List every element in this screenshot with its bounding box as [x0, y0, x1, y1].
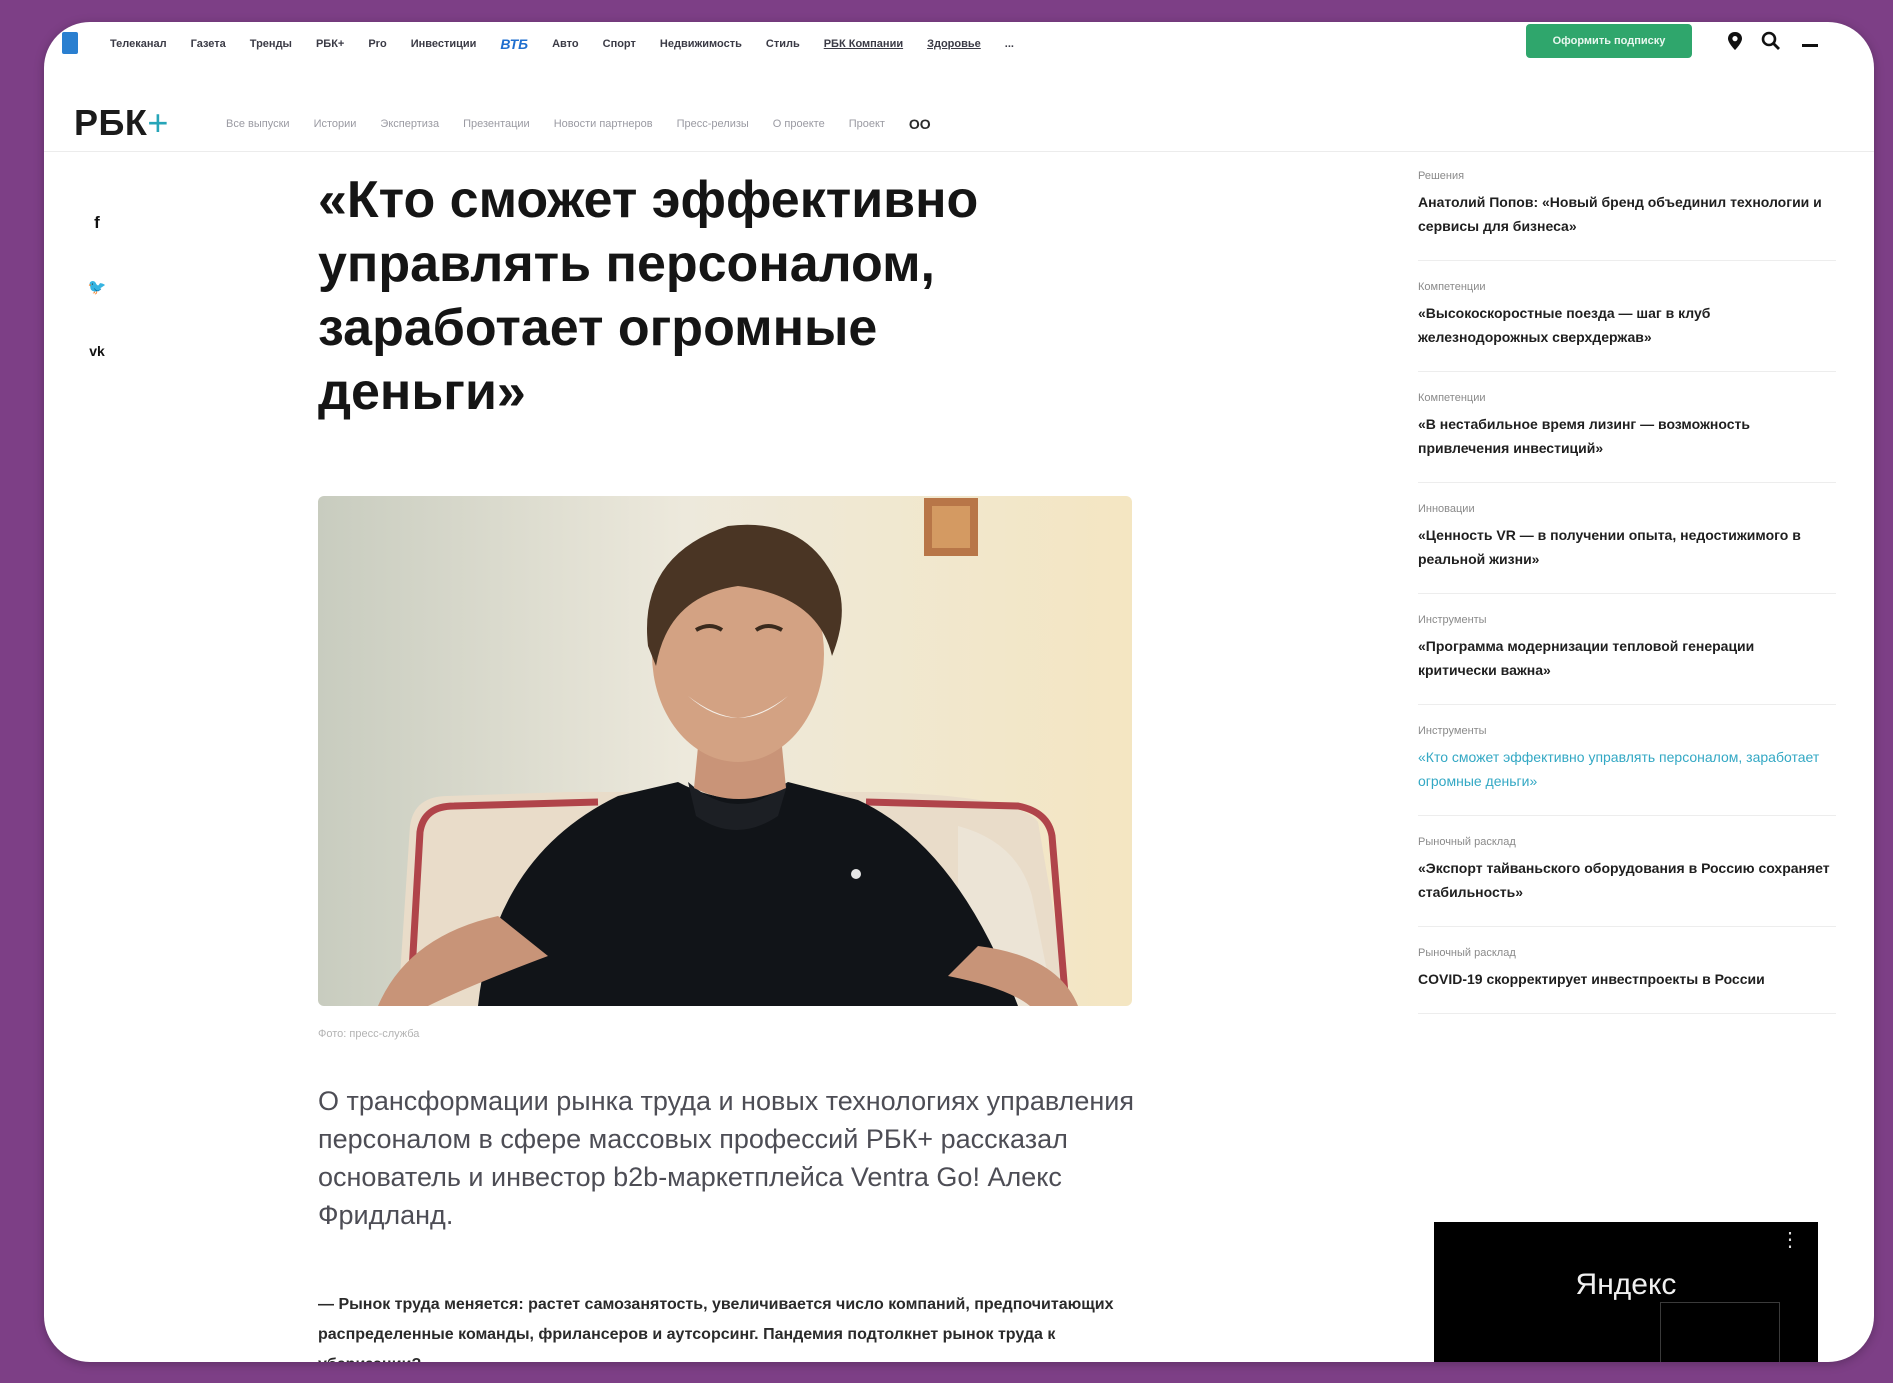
subnav-expertise[interactable]: Экспертиза [380, 118, 439, 130]
search-icon[interactable] [1760, 30, 1782, 52]
sidebar-item-title[interactable]: «В нестабильное время лизинг — возможнос… [1418, 412, 1836, 460]
sidebar-item[interactable]: Инновации «Ценность VR — в получении опы… [1418, 503, 1836, 594]
browser-page: Телеканал Газета Тренды РБК+ Pro Инвести… [44, 22, 1874, 1362]
sidebar-item[interactable]: Компетенции «Высокоскоростные поезда — ш… [1418, 281, 1836, 372]
nav-item-pro[interactable]: Pro [368, 38, 386, 50]
sidebar-item-category: Рыночный расклад [1418, 836, 1516, 848]
sidebar-item-title-active[interactable]: «Кто сможет эффективно управлять персона… [1418, 745, 1836, 793]
ad-text: Яндекс [1575, 1268, 1677, 1301]
article-lead: О трансформации рынка труда и новых техн… [318, 1086, 1134, 1230]
rbc-plus-logo[interactable]: РБК+ [74, 102, 169, 144]
sidebar-item-category: Решения [1418, 170, 1465, 182]
sidebar-item[interactable]: Рыночный расклад COVID-19 скорректирует … [1418, 947, 1836, 1014]
sidebar-item-category: Инструменты [1418, 725, 1487, 737]
logo-plus: + [147, 102, 169, 143]
twitter-icon[interactable]: 🐦 [84, 274, 110, 300]
top-nav: Телеканал Газета Тренды РБК+ Pro Инвести… [44, 22, 1874, 76]
subnav-stories[interactable]: Истории [314, 118, 357, 130]
related-sidebar: Решения Анатолий Попов: «Новый бренд объ… [1418, 170, 1836, 1034]
sidebar-item-title[interactable]: «Ценность VR — в получении опыта, недост… [1418, 523, 1836, 571]
subnav-press-releases[interactable]: Пресс-релизы [677, 118, 749, 130]
portrait-illustration [318, 496, 1132, 1006]
subnav-project[interactable]: Проект [849, 118, 885, 130]
ad-banner[interactable]: ⋮ Яндекс [1434, 1222, 1818, 1362]
ad-menu-icon[interactable]: ⋮ [1780, 1230, 1800, 1250]
sidebar-item-category: Рыночный расклад [1418, 947, 1516, 959]
nav-item-newspaper[interactable]: Газета [191, 38, 226, 50]
logo-text: РБК [74, 102, 148, 143]
sidebar-item-title[interactable]: COVID-19 скорректирует инвестпроекты в Р… [1418, 967, 1836, 991]
sidebar-item-active[interactable]: Инструменты «Кто сможет эффективно управ… [1418, 725, 1836, 816]
subscribe-button[interactable]: Оформить подписку [1526, 24, 1692, 58]
subnav-project-logo[interactable]: ОО [909, 116, 931, 132]
nav-item-rbc-companies[interactable]: РБК Компании [824, 38, 903, 50]
sidebar-item[interactable]: Инструменты «Программа модернизации тепл… [1418, 614, 1836, 705]
nav-item-tv[interactable]: Телеканал [110, 38, 167, 50]
article-photo [318, 496, 1132, 1006]
top-nav-items: Телеканал Газета Тренды РБК+ Pro Инвести… [110, 36, 1014, 52]
nav-item-sport[interactable]: Спорт [603, 38, 636, 50]
subnav-about[interactable]: О проекте [773, 118, 825, 130]
sidebar-item-category: Компетенции [1418, 392, 1486, 404]
facebook-icon[interactable]: f [84, 210, 110, 236]
nav-item-health[interactable]: Здоровье [927, 38, 981, 50]
photo-caption: Фото: пресс-служба [318, 1028, 420, 1040]
nav-item-style[interactable]: Стиль [766, 38, 800, 50]
sidebar-item-title[interactable]: «Программа модернизации тепловой генерац… [1418, 634, 1836, 682]
ad-frame [1660, 1302, 1780, 1362]
subnav-presentations[interactable]: Презентации [463, 118, 530, 130]
sidebar-item[interactable]: Решения Анатолий Попов: «Новый бренд объ… [1418, 170, 1836, 261]
nav-item-more[interactable]: ... [1005, 38, 1014, 50]
sidebar-item-category: Инновации [1418, 503, 1475, 515]
sidebar-item[interactable]: Рыночный расклад «Экспорт тайваньского о… [1418, 836, 1836, 927]
sidebar-item-category: Компетенции [1418, 281, 1486, 293]
article-body: — Рынок труда меняется: растет самозанят… [318, 1296, 1114, 1362]
nav-item-realty[interactable]: Недвижимость [660, 38, 742, 50]
nav-item-rbc-plus[interactable]: РБК+ [316, 38, 344, 50]
nav-item-auto[interactable]: Авто [552, 38, 579, 50]
sidebar-item[interactable]: Компетенции «В нестабильное время лизинг… [1418, 392, 1836, 483]
article-headline: «Кто сможет эффективно управлять персона… [318, 171, 979, 421]
sidebar-item-category: Инструменты [1418, 614, 1487, 626]
nav-item-investments[interactable]: Инвестиции [411, 38, 477, 50]
section-subnav: Все выпуски Истории Экспертиза Презентац… [226, 116, 931, 132]
nav-item-trends[interactable]: Тренды [250, 38, 292, 50]
location-icon[interactable] [1724, 30, 1746, 52]
sidebar-item-title[interactable]: Анатолий Попов: «Новый бренд объединил т… [1418, 190, 1836, 238]
vk-icon[interactable]: vk [84, 338, 110, 364]
flag-icon [62, 32, 78, 54]
subnav-partner-news[interactable]: Новости партнеров [554, 118, 653, 130]
menu-icon[interactable] [1800, 30, 1822, 52]
sidebar-item-title[interactable]: «Высокоскоростные поезда — шаг в клуб же… [1418, 301, 1836, 349]
sidebar-item-title[interactable]: «Экспорт тайваньского оборудования в Рос… [1418, 856, 1836, 904]
vtb-logo[interactable]: ВТБ [500, 36, 528, 52]
section-header: РБК+ Все выпуски Истории Экспертиза През… [44, 86, 1874, 152]
subnav-all-issues[interactable]: Все выпуски [226, 118, 290, 130]
